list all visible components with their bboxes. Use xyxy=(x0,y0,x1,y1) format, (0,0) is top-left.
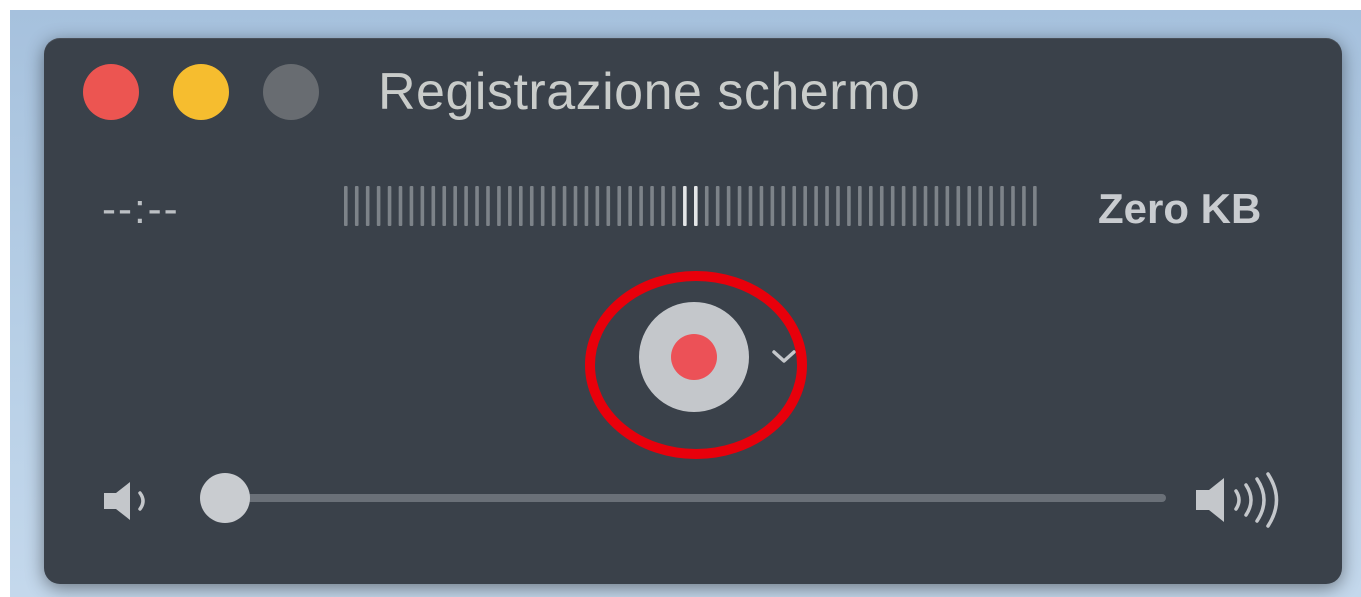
level-meter-bar xyxy=(606,186,611,226)
level-meter-bar xyxy=(912,186,917,226)
elapsed-time: --:-- xyxy=(102,185,180,232)
level-meter-bar xyxy=(814,186,818,226)
level-meter-bar xyxy=(858,186,862,226)
level-meter-bar xyxy=(519,186,523,226)
level-meter-bar xyxy=(562,186,567,226)
volume-knob[interactable] xyxy=(200,473,250,523)
level-meter-bar xyxy=(726,186,731,226)
level-meter-bar xyxy=(420,186,425,226)
level-meter-bar xyxy=(529,186,534,226)
level-meter-bar xyxy=(354,186,359,226)
audio-level-meter xyxy=(344,186,1037,226)
level-meter-bar xyxy=(595,186,600,226)
level-meter-bar xyxy=(694,186,698,226)
close-button[interactable] xyxy=(83,64,139,120)
file-size: Zero KB xyxy=(1098,185,1262,232)
level-meter-bar xyxy=(497,186,501,226)
level-meter-bar xyxy=(890,186,895,226)
level-meter-bar xyxy=(836,186,840,226)
level-meter-bar xyxy=(737,186,742,226)
level-meter-bar xyxy=(453,186,457,226)
level-meter-bar xyxy=(672,186,676,226)
level-meter-bar xyxy=(978,186,982,226)
volume-slider[interactable] xyxy=(222,494,1166,502)
level-meter-bar xyxy=(825,186,829,226)
level-meter-bar xyxy=(923,186,928,226)
record-button[interactable] xyxy=(639,302,749,412)
level-meter-bar xyxy=(989,186,993,226)
speaker-low-icon[interactable] xyxy=(100,476,160,526)
level-meter-bar xyxy=(486,186,490,226)
level-meter-bar xyxy=(628,186,632,226)
level-meter-bar xyxy=(1011,186,1015,226)
level-meter-bar xyxy=(967,186,972,226)
level-meter-bar xyxy=(1033,186,1037,226)
level-meter-bar xyxy=(431,186,436,226)
zoom-button xyxy=(263,64,319,120)
chevron-down-icon[interactable] xyxy=(766,340,802,370)
level-meter-bar xyxy=(398,186,403,226)
level-meter-bar xyxy=(715,186,720,226)
level-meter-bar xyxy=(617,186,622,226)
level-meter-bar xyxy=(901,186,906,226)
level-meter-bar xyxy=(1022,186,1026,226)
level-meter-bar xyxy=(365,186,370,226)
level-meter-bar xyxy=(1000,186,1004,226)
level-meter-bar xyxy=(540,186,545,226)
level-meter-bar xyxy=(639,186,643,226)
level-meter-bar xyxy=(376,186,381,226)
level-meter-bar xyxy=(956,186,961,226)
level-meter-bar xyxy=(464,186,468,226)
speaker-high-icon[interactable] xyxy=(1192,470,1284,530)
level-meter-bar xyxy=(934,186,939,226)
window-title: Registrazione schermo xyxy=(378,63,921,121)
level-meter-bar xyxy=(879,186,884,226)
level-meter-bar xyxy=(803,186,807,226)
level-meter-bar xyxy=(704,186,709,226)
level-meter-bar xyxy=(584,186,589,226)
level-meter-bar xyxy=(792,186,797,226)
level-meter-bar xyxy=(573,186,578,226)
level-meter-bar xyxy=(781,186,786,226)
level-meter-bar xyxy=(770,186,775,226)
record-icon xyxy=(671,334,717,380)
level-meter-bar xyxy=(409,186,414,226)
level-meter-bar xyxy=(387,186,392,226)
level-meter-bar xyxy=(475,186,479,226)
level-meter-bar xyxy=(945,186,950,226)
level-meter-bar xyxy=(759,186,764,226)
level-meter-bar xyxy=(551,186,556,226)
level-meter-bar xyxy=(661,186,665,226)
minimize-button[interactable] xyxy=(173,64,229,120)
level-meter-bar xyxy=(847,186,851,226)
level-meter-bar xyxy=(869,186,873,226)
level-meter-bar xyxy=(442,186,447,226)
level-meter-bar xyxy=(650,186,654,226)
level-meter-bar xyxy=(683,186,687,226)
level-meter-bar xyxy=(508,186,512,226)
level-meter-bar xyxy=(748,186,753,226)
level-meter-bar xyxy=(344,186,348,226)
